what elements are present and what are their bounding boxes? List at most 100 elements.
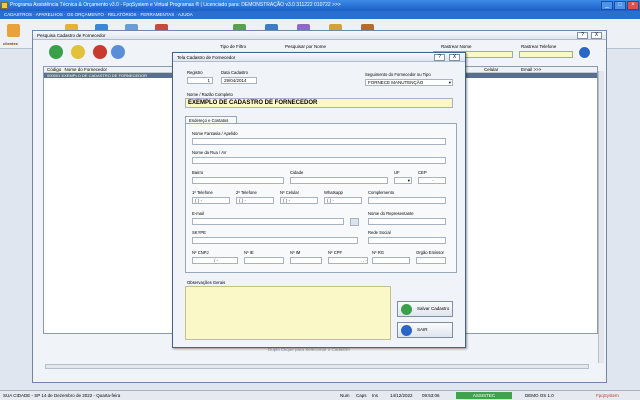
check-icon	[401, 304, 412, 315]
obs-label: Observações Gerais	[187, 280, 226, 285]
tel1-input[interactable]: ( ) -	[192, 197, 230, 204]
grid-vertical-scrollbar[interactable]	[598, 71, 604, 363]
representante-label: Nome do Representante	[368, 211, 414, 216]
status-brand: FpqSystem	[596, 393, 619, 398]
status-caps: Caps	[356, 393, 367, 398]
app-icon	[1, 2, 8, 9]
obs-textarea[interactable]	[185, 286, 391, 340]
app-title: Programa Assistência Técnica & Orçamento…	[10, 2, 341, 8]
minimize-button[interactable]: _	[601, 1, 613, 10]
tel1-label: 1º Telefone	[192, 190, 213, 195]
ie-label: Nº IE	[244, 250, 254, 255]
complemento-input[interactable]	[368, 197, 446, 204]
app-title-bar: Programa Assistência Técnica & Orçamento…	[0, 0, 640, 11]
bairro-input[interactable]	[192, 177, 284, 184]
cidade-label: Cidade	[290, 170, 304, 175]
email-button[interactable]	[350, 218, 359, 226]
chevron-down-icon: ▾	[407, 178, 410, 183]
status-bar: SUA CIDADE - SP 14 de Dezembro de 2022 -…	[0, 390, 640, 400]
uf-select[interactable]: ▾	[394, 177, 412, 184]
col-nome[interactable]: Nome do Fornecedor	[65, 67, 108, 72]
orgao-input[interactable]	[416, 257, 446, 264]
celular-label: Nº Celular	[280, 190, 299, 195]
fantasia-label: Nome Fantasia / Apelido	[192, 131, 238, 136]
cep-label: CEP	[418, 170, 427, 175]
tela-close-button[interactable]: X	[449, 54, 460, 61]
representante-input[interactable]	[368, 218, 446, 225]
email-input[interactable]	[192, 218, 344, 225]
rede-social-label: Rede Social	[368, 230, 391, 235]
rua-input[interactable]	[192, 157, 446, 164]
tipo-filtro-label: Tipo de Filtro	[220, 44, 247, 49]
status-ativo: ASSISTEC	[456, 392, 512, 399]
people-icon	[6, 24, 20, 37]
cpf-label: Nº CPF	[328, 250, 343, 255]
im-input[interactable]	[290, 257, 322, 264]
endereco-panel: Nome Fantasia / Apelido Nome da Rua / AV…	[185, 123, 457, 273]
pesquisa-close-button[interactable]: X	[591, 32, 602, 39]
registro-label: Registro	[187, 70, 203, 75]
rg-input[interactable]	[372, 257, 410, 264]
rua-label: Nome da Rua / AV	[192, 150, 227, 155]
data-cadastro-label: Data Cadastro	[221, 70, 248, 75]
uf-label: UF	[394, 170, 400, 175]
close-button[interactable]: ×	[627, 1, 639, 10]
col-codigo[interactable]: Código	[47, 67, 61, 72]
status-ins: Ins	[372, 393, 379, 398]
bairro-label: Bairro	[192, 170, 204, 175]
fantasia-input[interactable]	[192, 138, 446, 145]
toolbar-clientes-button[interactable]	[4, 22, 22, 42]
whatsapp-input[interactable]: ( ) -	[324, 197, 362, 204]
chevron-down-icon: ▾	[448, 80, 451, 85]
skype-label: SKYPE	[192, 230, 206, 235]
rg-label: Nº RG	[372, 250, 384, 255]
cpf-input[interactable]: . . -	[328, 257, 368, 264]
nome-label: Nome / Razão Completo	[187, 92, 233, 97]
pesquisa-title: Pesquisa Cadastro de Fornecedor	[33, 31, 606, 40]
cnpj-input[interactable]: / -	[192, 257, 238, 264]
email-label: E-mail	[192, 211, 204, 216]
grid-horizontal-scrollbar[interactable]	[45, 364, 589, 369]
maximize-button[interactable]: □	[614, 1, 626, 10]
registro-field[interactable]: 1	[187, 77, 213, 84]
cidade-input[interactable]	[290, 177, 388, 184]
toolbar-clientes-label: clientes	[3, 41, 18, 46]
tel2-input[interactable]: ( ) -	[236, 197, 274, 204]
im-label: Nº IM	[290, 250, 301, 255]
status-date: 14/12/2022	[390, 393, 413, 398]
col-email[interactable]: Email >>>	[521, 67, 541, 73]
edit-icon[interactable]	[71, 45, 85, 59]
exit-icon	[401, 325, 412, 336]
nome-field[interactable]: EXEMPLO DE CADASTRO DE FORNECEDOR	[185, 98, 453, 108]
rede-social-input[interactable]	[368, 237, 446, 244]
cadastro-fornecedor-window: Tela Cadastro de Fornecedor ? X Registro…	[172, 52, 466, 348]
menu-bar[interactable]: CADASTROS · APARELHOS · OS ORÇAMENTO · R…	[0, 11, 640, 19]
status-time: 09:53:06	[422, 393, 440, 398]
sair-button[interactable]: SAIR	[397, 322, 453, 338]
sair-label: SAIR	[417, 327, 428, 332]
rastrear-telefone-input[interactable]	[519, 51, 573, 58]
rastrear-telefone-label: Rastrear Telefone	[521, 44, 557, 49]
add-icon[interactable]	[49, 45, 63, 59]
celular-input[interactable]: ( ) -	[280, 197, 318, 204]
pesquisa-help-button[interactable]: ?	[577, 32, 588, 39]
salvar-button[interactable]: Salvar Cadastro	[397, 301, 453, 317]
segmento-select[interactable]: FORNECE MANUTENÇÃO ▾	[365, 79, 453, 86]
col-celular[interactable]: Celular	[484, 67, 498, 73]
status-versao: DEMO OS 1.0	[525, 393, 554, 398]
salvar-label: Salvar Cadastro	[417, 306, 450, 311]
arrow-right-icon[interactable]	[578, 46, 591, 59]
orgao-label: Orgão Emissor	[416, 250, 444, 255]
whatsapp-label: Whatsapp	[324, 190, 343, 195]
skype-input[interactable]	[192, 237, 358, 244]
delete-icon[interactable]	[93, 45, 107, 59]
print-icon[interactable]	[111, 45, 125, 59]
rastrear-nome-label: Rastrear Nome	[441, 44, 472, 49]
tela-title: Tela Cadastro de Fornecedor	[173, 53, 465, 62]
tel2-label: 2º Telefone	[236, 190, 257, 195]
data-cadastro-field[interactable]: 29/04/2014	[221, 77, 257, 84]
cep-input[interactable]: -	[418, 177, 446, 184]
tela-help-button[interactable]: ?	[434, 54, 445, 61]
cnpj-label: Nº CNPJ	[192, 250, 209, 255]
ie-input[interactable]	[244, 257, 284, 264]
